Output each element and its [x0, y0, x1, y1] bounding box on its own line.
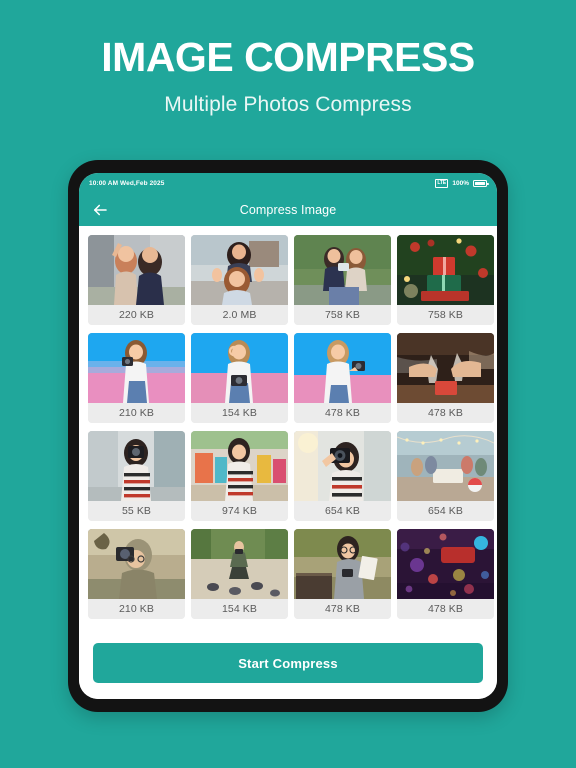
photo-size-label: 154 KB [191, 599, 288, 619]
photo-card[interactable]: 654 KB [294, 431, 391, 521]
photo-thumbnail [294, 431, 391, 501]
photo-thumbnail [191, 529, 288, 599]
photo-grid: 220 KB 2.0 MB 758 KB 758 KB 210 KB 154 K… [88, 235, 497, 619]
photo-size-label: 654 KB [397, 501, 494, 521]
photo-size-label: 478 KB [397, 599, 494, 619]
photo-card[interactable]: 478 KB [397, 529, 494, 619]
photo-thumbnail [191, 431, 288, 501]
photo-thumbnail [397, 431, 494, 501]
network-lte-icon: LTE [434, 179, 449, 188]
photo-card[interactable]: 758 KB [294, 235, 391, 325]
photo-size-label: 220 KB [88, 305, 185, 325]
status-bar: 10:00 AM Wed,Feb 2025 LTE 100% [79, 173, 497, 194]
photo-card[interactable]: 974 KB [191, 431, 288, 521]
status-time: 10:00 AM Wed,Feb 2025 [89, 180, 165, 187]
photo-size-label: 478 KB [294, 599, 391, 619]
start-compress-button[interactable]: Start Compress [93, 643, 483, 683]
photo-thumbnail [191, 235, 288, 305]
photo-thumbnail [397, 235, 494, 305]
photo-card[interactable]: 220 KB [88, 235, 185, 325]
tablet-device-frame: 10:00 AM Wed,Feb 2025 LTE 100% Compress … [68, 160, 508, 712]
photo-thumbnail [294, 235, 391, 305]
photo-size-label: 758 KB [294, 305, 391, 325]
photo-thumbnail [88, 431, 185, 501]
photo-thumbnail [88, 529, 185, 599]
status-indicators: LTE 100% [434, 179, 489, 188]
app-bar: Compress Image [79, 194, 497, 226]
promo-header: IMAGE COMPRESS Multiple Photos Compress [0, 0, 576, 117]
photo-grid-container: 220 KB 2.0 MB 758 KB 758 KB 210 KB 154 K… [79, 226, 497, 629]
photo-size-label: 478 KB [294, 403, 391, 423]
footer-bar: Start Compress [79, 629, 497, 699]
photo-thumbnail [397, 333, 494, 403]
page-subtitle: Multiple Photos Compress [164, 93, 412, 117]
photo-card[interactable]: 154 KB [191, 333, 288, 423]
photo-thumbnail [88, 235, 185, 305]
photo-thumbnail [191, 333, 288, 403]
back-arrow-icon[interactable] [91, 201, 109, 219]
photo-card[interactable]: 654 KB [397, 431, 494, 521]
photo-size-label: 974 KB [191, 501, 288, 521]
photo-size-label: 654 KB [294, 501, 391, 521]
photo-card[interactable]: 758 KB [397, 235, 494, 325]
photo-size-label: 478 KB [397, 403, 494, 423]
photo-card[interactable]: 478 KB [397, 333, 494, 423]
photo-size-label: 2.0 MB [191, 305, 288, 325]
photo-card[interactable]: 210 KB [88, 529, 185, 619]
photo-thumbnail [294, 333, 391, 403]
photo-size-label: 210 KB [88, 599, 185, 619]
battery-icon [473, 180, 489, 187]
battery-percent-label: 100% [452, 180, 469, 187]
page-title: IMAGE COMPRESS [101, 34, 475, 80]
photo-card[interactable]: 2.0 MB [191, 235, 288, 325]
device-screen: 10:00 AM Wed,Feb 2025 LTE 100% Compress … [79, 173, 497, 699]
photo-size-label: 55 KB [88, 501, 185, 521]
photo-thumbnail [294, 529, 391, 599]
photo-card[interactable]: 478 KB [294, 529, 391, 619]
photo-size-label: 758 KB [397, 305, 494, 325]
photo-thumbnail [397, 529, 494, 599]
photo-size-label: 210 KB [88, 403, 185, 423]
battery-fill [475, 182, 485, 185]
photo-thumbnail [88, 333, 185, 403]
photo-card[interactable]: 210 KB [88, 333, 185, 423]
photo-card[interactable]: 154 KB [191, 529, 288, 619]
photo-card[interactable]: 55 KB [88, 431, 185, 521]
photo-size-label: 154 KB [191, 403, 288, 423]
photo-card[interactable]: 478 KB [294, 333, 391, 423]
app-bar-title: Compress Image [239, 203, 337, 217]
